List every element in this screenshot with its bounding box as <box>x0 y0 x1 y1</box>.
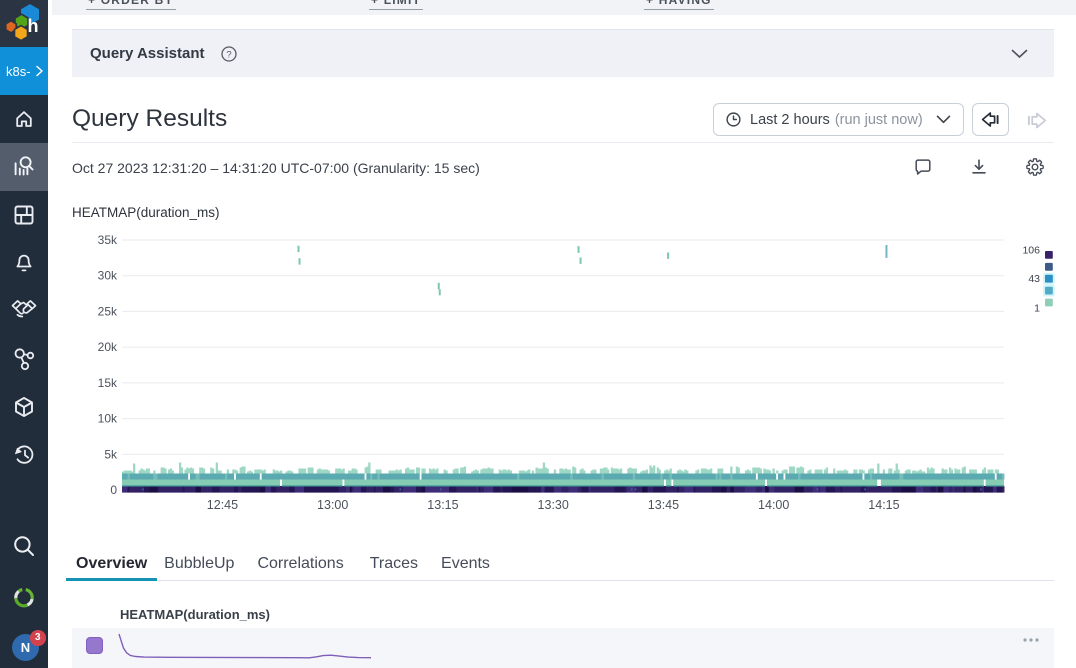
svg-text:20k: 20k <box>98 340 118 354</box>
svg-text:35k: 35k <box>98 233 118 247</box>
comment-button[interactable] <box>912 156 934 178</box>
time-range-note: (run just now) <box>835 112 923 128</box>
chart-y-axis: 0 5k 10k 15k 20k 25k 30k 35k <box>98 233 118 497</box>
tab-overview[interactable]: Overview <box>66 549 157 580</box>
boards-icon <box>12 203 36 227</box>
sidebar-item-alerts[interactable] <box>0 239 48 287</box>
sidebar-item-slos[interactable] <box>0 287 48 335</box>
usage-ring-icon <box>10 583 38 611</box>
environment-selector[interactable]: k8s- <box>0 47 48 95</box>
environment-label: k8s- <box>6 64 31 79</box>
logo-letter: h <box>28 16 39 36</box>
time-range-value: Last 2 hours <box>750 112 830 128</box>
sidebar-item-query[interactable] <box>0 143 48 191</box>
clock-icon <box>726 112 741 127</box>
gear-icon <box>1024 156 1046 178</box>
service-map-icon <box>11 346 37 372</box>
chevron-down-icon <box>1011 49 1028 59</box>
comment-icon <box>913 157 933 177</box>
tab-correlations[interactable]: Correlations <box>247 549 353 580</box>
chevron-down-icon <box>936 115 951 124</box>
results-tabs: Overview BubbleUp Correlations Traces Ev… <box>66 549 1054 581</box>
sidebar: h k8s- <box>0 0 48 668</box>
heatmap-cells <box>122 463 1004 493</box>
having-link[interactable]: + HAVING <box>644 0 714 10</box>
ellipsis-icon <box>1022 637 1040 643</box>
query-assistant-panel[interactable]: Query Assistant ? <box>72 29 1054 77</box>
svg-text:43: 43 <box>1028 273 1040 285</box>
download-icon <box>969 157 989 177</box>
sidebar-item-home[interactable] <box>0 95 48 143</box>
svg-text:13:30: 13:30 <box>538 498 569 512</box>
tab-bubbleup[interactable]: BubbleUp <box>154 549 244 580</box>
time-range-select[interactable]: Last 2 hours (run just now) <box>713 103 964 136</box>
svg-text:13:00: 13:00 <box>317 498 348 512</box>
date-range-text: Oct 27 2023 12:31:20 – 14:31:20 UTC-07:0… <box>72 160 480 176</box>
svg-text:25k: 25k <box>98 304 118 318</box>
svg-text:14:00: 14:00 <box>758 498 789 512</box>
svg-text:0: 0 <box>110 483 117 497</box>
order-by-link[interactable]: + ORDER BY <box>86 0 176 10</box>
query-assistant-title: Query Assistant <box>90 45 205 62</box>
sidebar-item-usage[interactable] <box>0 573 48 621</box>
heatmap-outlier-cells <box>298 245 888 295</box>
svg-text:14:15: 14:15 <box>868 498 899 512</box>
sidebar-item-service-map[interactable] <box>0 335 48 383</box>
svg-text:106: 106 <box>1022 245 1040 257</box>
previous-query-button[interactable] <box>972 103 1009 136</box>
search-icon <box>10 532 38 560</box>
svg-text:15k: 15k <box>98 376 118 390</box>
cube-icon <box>12 395 36 419</box>
limit-link[interactable]: + LIMIT <box>369 0 423 10</box>
badge-count: 3 <box>35 632 41 643</box>
heatmap-chart[interactable]: 0 5k 10k 15k 20k 25k 30k 35k 12:45 13:00 13:15 13:… <box>72 228 1076 520</box>
tab-traces[interactable]: Traces <box>360 549 428 580</box>
svg-text:10k: 10k <box>98 412 118 426</box>
svg-text:5k: 5k <box>104 447 118 461</box>
header-divider <box>72 142 1054 143</box>
sidebar-item-history[interactable] <box>0 431 48 479</box>
more-options-button[interactable] <box>1022 637 1040 643</box>
chevron-right-icon <box>35 65 44 77</box>
sidebar-item-search[interactable] <box>0 522 48 570</box>
svg-text:13:45: 13:45 <box>648 498 679 512</box>
chart-x-axis: 12:45 13:00 13:15 13:30 13:45 14:00 14:15 <box>207 498 900 512</box>
heatmap-legend: 106 43 1 <box>1022 245 1054 315</box>
next-query-button[interactable] <box>1022 106 1050 134</box>
sidebar-item-boards[interactable] <box>0 191 48 239</box>
notification-badge: 3 <box>30 630 46 646</box>
arrow-back-icon <box>979 109 1002 130</box>
page-title: Query Results <box>72 105 227 133</box>
honeycomb-logo-icon: h <box>0 0 48 47</box>
avatar-initial: N <box>21 640 30 655</box>
honeycomb-app: h k8s- <box>0 0 1076 668</box>
handshake-icon <box>11 298 37 324</box>
bell-icon <box>12 251 36 275</box>
help-glyph: ? <box>226 49 231 60</box>
svg-text:1: 1 <box>1034 303 1040 315</box>
arrow-forward-icon <box>1024 109 1049 132</box>
query-builder-strip: + ORDER BY + LIMIT + HAVING <box>52 0 1076 15</box>
result-series-label: HEATMAP(duration_ms) <box>120 607 270 622</box>
query-chart-icon <box>11 154 37 180</box>
settings-button[interactable] <box>1024 156 1046 178</box>
home-icon <box>12 107 36 131</box>
chart-gridlines <box>122 240 1004 490</box>
svg-text:12:45: 12:45 <box>207 498 238 512</box>
download-button[interactable] <box>968 156 990 178</box>
svg-text:13:15: 13:15 <box>427 498 458 512</box>
series-sparkline <box>117 631 375 663</box>
series-color-swatch <box>86 637 103 654</box>
help-icon[interactable]: ? <box>221 46 237 62</box>
history-icon <box>12 443 37 468</box>
result-row[interactable] <box>72 628 1054 668</box>
tab-events[interactable]: Events <box>431 549 500 580</box>
sidebar-item-datasets[interactable] <box>0 383 48 431</box>
chart-title: HEATMAP(duration_ms) <box>72 205 220 220</box>
honeycomb-logo[interactable]: h <box>0 0 48 47</box>
svg-text:30k: 30k <box>98 269 118 283</box>
